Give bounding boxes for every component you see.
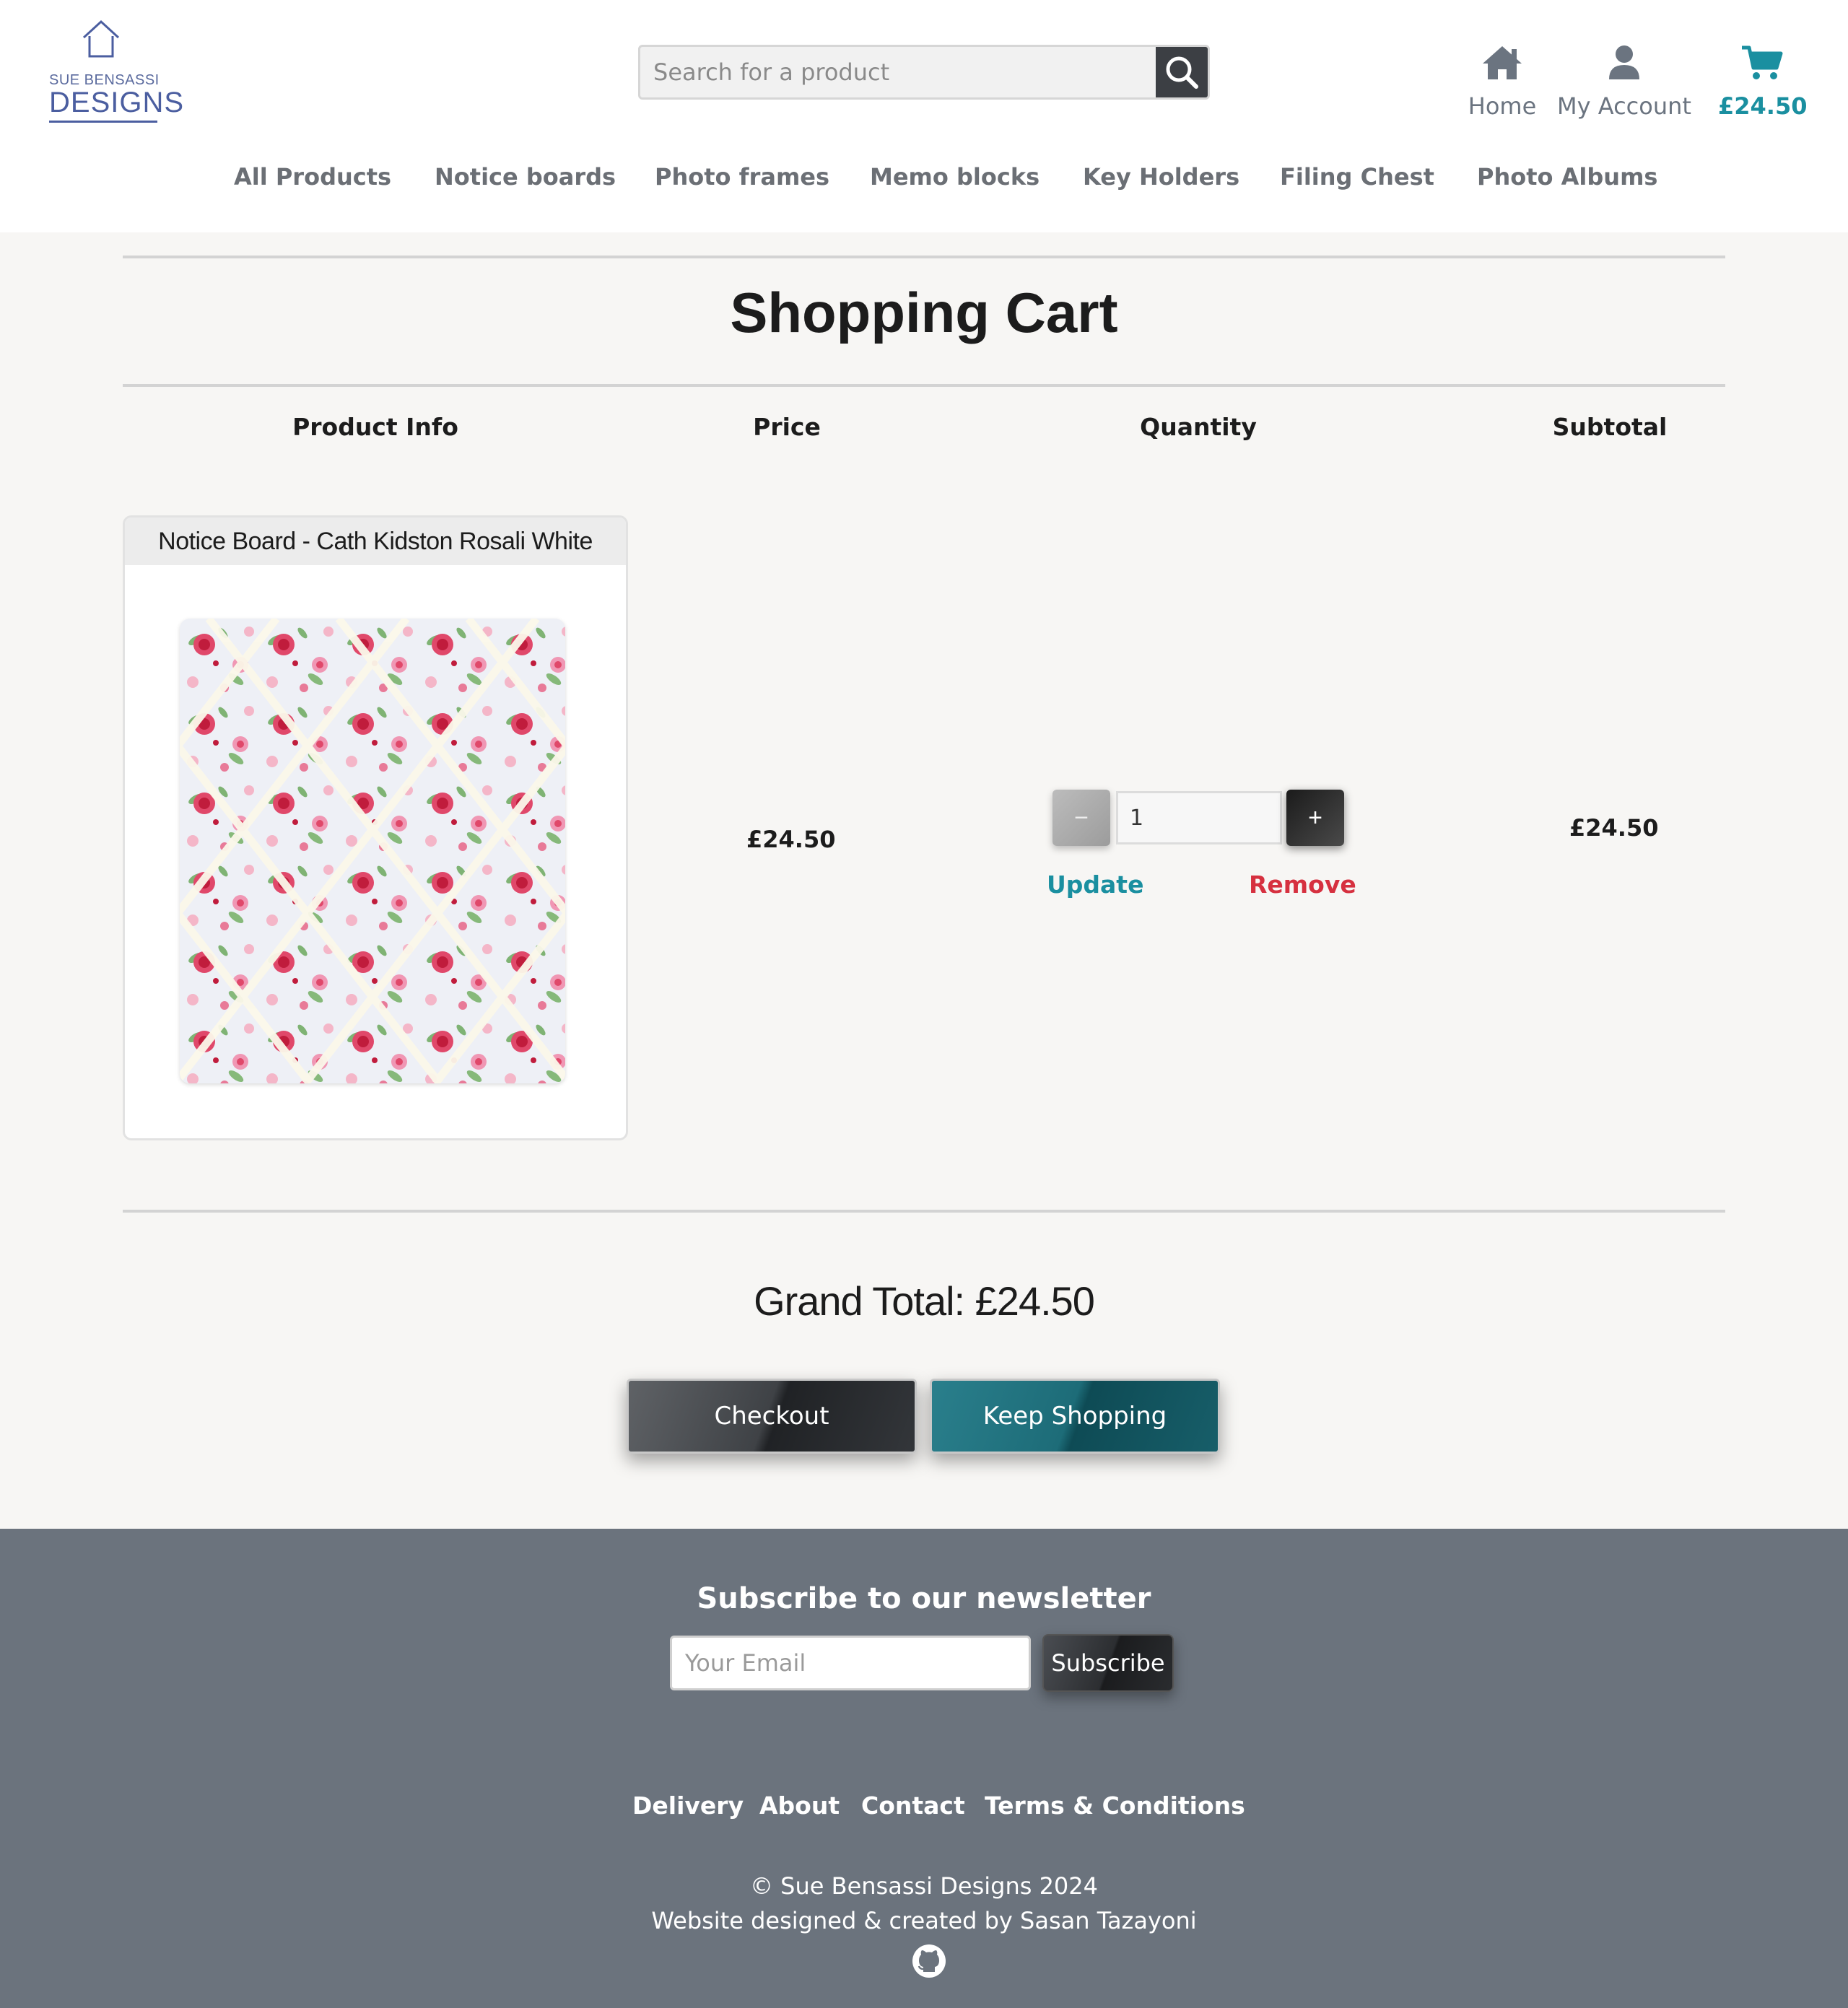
checkout-button[interactable]: Checkout (627, 1379, 917, 1454)
menu-item-key-holders[interactable]: Key Holders (1083, 163, 1239, 191)
column-header-product-info: Product Info (292, 413, 458, 441)
search-bar (638, 45, 1210, 100)
page-title: Shopping Cart (730, 281, 1118, 344)
floral-notice-board-image (180, 619, 565, 1083)
menu-item-photo-albums[interactable]: Photo Albums (1477, 163, 1657, 191)
cart-item-name: Notice Board - Cath Kidston Rosali White (125, 518, 626, 565)
cart-item-image[interactable] (180, 619, 565, 1083)
search-button[interactable] (1156, 47, 1208, 97)
nav-account-link[interactable]: My Account (1552, 45, 1696, 120)
copyright-text: © Sue Bensassi Designs 2024 (750, 1872, 1098, 1900)
newsletter-email-input[interactable] (670, 1636, 1031, 1690)
footer-link-terms[interactable]: Terms & Conditions (985, 1791, 1245, 1820)
menu-item-all-products[interactable]: All Products (234, 163, 391, 191)
github-icon[interactable] (911, 1943, 947, 1979)
column-header-price: Price (753, 413, 821, 441)
divider-bottom (123, 1210, 1725, 1213)
subscribe-button[interactable]: Subscribe (1042, 1634, 1174, 1692)
search-icon (1166, 56, 1198, 89)
footer-link-delivery[interactable]: Delivery (632, 1791, 744, 1820)
cart-item-subtotal: £24.50 (1569, 814, 1659, 842)
category-menu: All Products Notice boards Photo frames … (0, 163, 1848, 206)
quantity-increase-button[interactable]: + (1286, 790, 1344, 846)
brand-logo[interactable]: SUE BENSASSI DESIGNS (46, 19, 183, 123)
search-input[interactable] (640, 47, 1157, 97)
home-icon (1483, 46, 1522, 79)
column-header-quantity: Quantity (1140, 413, 1257, 441)
nav-cart-link[interactable]: £24.50 (1718, 45, 1808, 120)
menu-item-notice-boards[interactable]: Notice boards (435, 163, 616, 191)
update-link[interactable]: Update (1047, 870, 1143, 899)
newsletter-title: Subscribe to our newsletter (697, 1582, 1151, 1615)
credit-text: Website designed & created by Sasan Taza… (651, 1907, 1197, 1934)
brand-big-text: DESIGNS (49, 87, 183, 123)
column-header-subtotal: Subtotal (1552, 413, 1668, 441)
cart-item-price: £24.50 (746, 826, 836, 853)
menu-item-photo-frames[interactable]: Photo frames (655, 163, 829, 191)
keep-shopping-button[interactable]: Keep Shopping (930, 1379, 1220, 1454)
grand-total: Grand Total: £24.50 (754, 1278, 1095, 1324)
quantity-input[interactable] (1116, 791, 1282, 844)
remove-link[interactable]: Remove (1249, 870, 1356, 899)
menu-item-filing-chest[interactable]: Filing Chest (1280, 163, 1434, 191)
divider-top (123, 256, 1725, 258)
site-footer: Subscribe to our newsletter Subscribe De… (0, 1529, 1848, 2008)
nav-home-label: Home (1468, 92, 1537, 120)
quantity-decrease-button[interactable]: − (1052, 790, 1110, 846)
site-header: SUE BENSASSI DESIGNS Home My Account (0, 0, 1848, 232)
cart-icon (1742, 45, 1783, 79)
menu-item-memo-blocks[interactable]: Memo blocks (870, 163, 1040, 191)
footer-link-about[interactable]: About (759, 1791, 840, 1820)
user-icon (1609, 45, 1639, 79)
footer-link-contact[interactable]: Contact (861, 1791, 965, 1820)
nav-home-link[interactable]: Home (1461, 45, 1543, 120)
cart-item-card[interactable]: Notice Board - Cath Kidston Rosali White (123, 515, 628, 1140)
cart-total: £24.50 (1718, 92, 1808, 120)
divider-header (123, 384, 1725, 387)
house-logo-icon (82, 19, 120, 58)
nav-account-label: My Account (1557, 92, 1691, 120)
